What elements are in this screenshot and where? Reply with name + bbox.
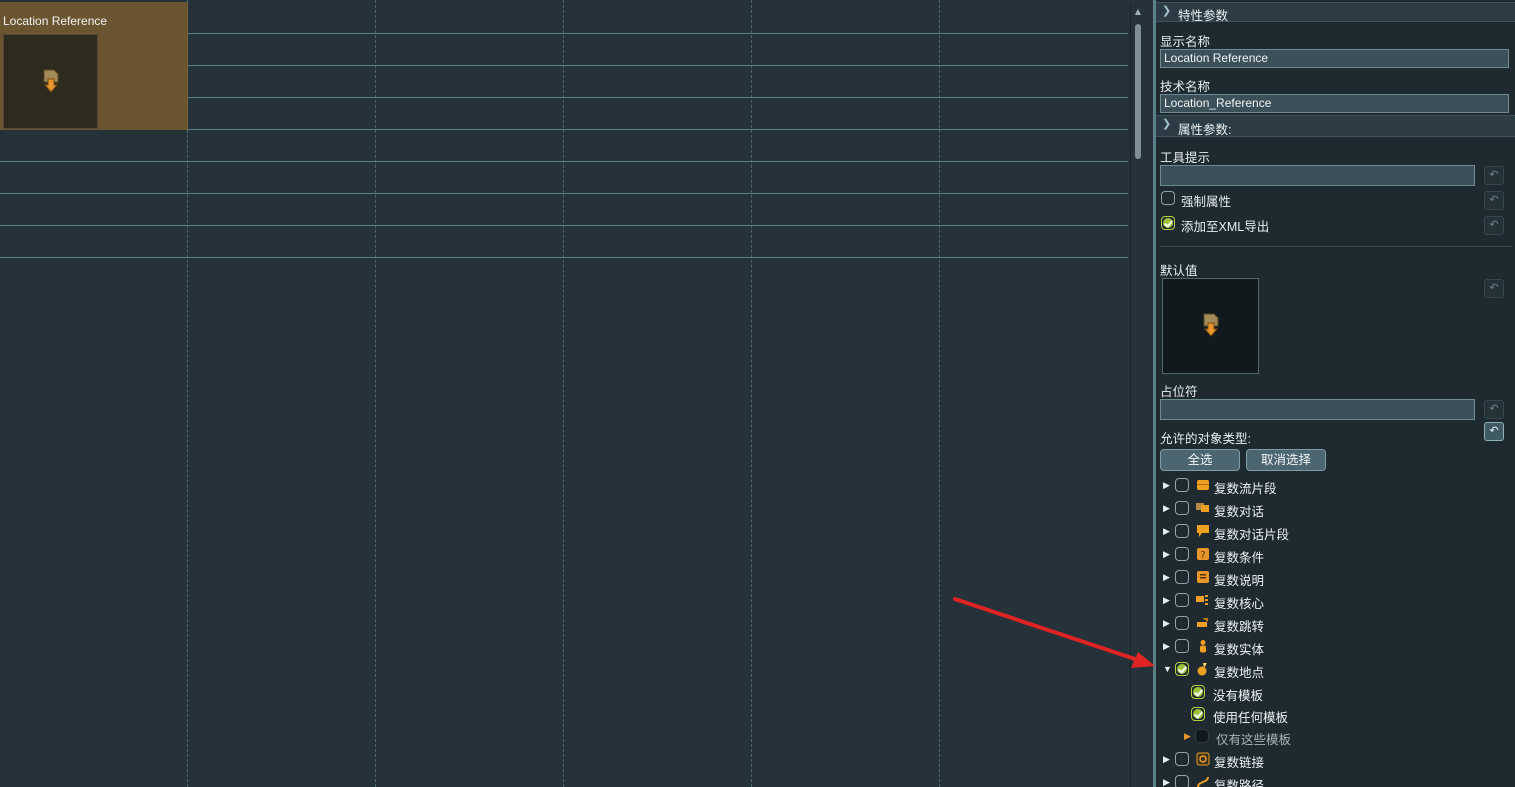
xml-export-label: 添加至XML导出 (1181, 220, 1270, 234)
placeholder-field[interactable] (1160, 399, 1475, 420)
location-drop-icon (43, 69, 58, 93)
display-name-label: 显示名称 (1160, 35, 1211, 49)
location-reference-node[interactable]: Location Reference (0, 2, 188, 130)
section-header-properties[interactable]: ❯ 特性参数 (1156, 2, 1515, 23)
chevron-down-icon: ❯ (1162, 5, 1172, 17)
grid-row-line (0, 257, 1128, 258)
allowed-types-label: 允许的对象类型: (1160, 432, 1251, 446)
expand-arrow-icon[interactable]: ▶ (1163, 777, 1170, 787)
type-checkbox[interactable] (1175, 570, 1189, 584)
chevron-down-icon: ❯ (1162, 118, 1172, 130)
tree-item-label[interactable]: 复数流片段 (1214, 478, 1277, 497)
tree-item-label[interactable]: 复数对话 (1214, 501, 1264, 520)
dialogue-fragment-icon (1197, 525, 1209, 537)
annotation-arrow-icon (953, 597, 1155, 668)
reset-icon[interactable]: ↶ (1484, 166, 1504, 185)
expand-arrow-icon[interactable]: ▶ (1163, 595, 1170, 606)
expand-arrow-icon[interactable]: ▶ (1163, 549, 1170, 560)
xml-export-checkbox[interactable] (1161, 216, 1175, 230)
collapse-arrow-icon[interactable]: ▼ (1163, 664, 1172, 674)
display-name-field[interactable]: Location Reference (1160, 49, 1509, 68)
tree-item-label[interactable]: 复数路径 (1214, 775, 1264, 787)
tree-child-label[interactable]: 使用任何模板 (1213, 707, 1288, 726)
type-checkbox[interactable] (1175, 639, 1189, 653)
grid-row-line (0, 225, 1128, 226)
default-value-label: 默认值 (1160, 264, 1198, 278)
grid-line (375, 0, 376, 787)
grid-line (563, 0, 564, 787)
select-all-button[interactable]: 全选 (1160, 449, 1240, 471)
any-template-checkbox[interactable] (1191, 707, 1205, 721)
technical-name-label: 技术名称 (1160, 80, 1211, 94)
reset-icon[interactable]: ↶ (1484, 400, 1504, 419)
expand-arrow-icon[interactable]: ▶ (1163, 618, 1170, 629)
tree-item-label[interactable]: 复数地点 (1214, 662, 1264, 681)
no-template-checkbox[interactable] (1191, 685, 1205, 699)
expand-arrow-icon[interactable]: ▶ (1163, 641, 1170, 652)
expand-arrow-icon[interactable]: ▶ (1163, 503, 1170, 514)
mandatory-label: 强制属性 (1181, 195, 1232, 209)
default-value-dropzone[interactable] (1162, 278, 1259, 374)
type-checkbox[interactable] (1175, 501, 1189, 515)
grid-row-line (0, 193, 1128, 194)
tree-item-label[interactable]: 复数条件 (1214, 547, 1264, 566)
reset-icon[interactable]: ↶ (1484, 216, 1504, 235)
tree-child-label[interactable]: 仅有这些模板 (1216, 729, 1291, 748)
expand-arrow-icon[interactable]: ▶ (1184, 731, 1191, 742)
deselect-all-button[interactable]: 取消选择 (1246, 449, 1326, 471)
tree-item-label[interactable]: 复数链接 (1214, 752, 1264, 771)
expand-arrow-icon[interactable]: ▶ (1163, 572, 1170, 583)
mandatory-checkbox[interactable] (1161, 191, 1175, 205)
tooltip-field[interactable] (1160, 165, 1475, 186)
tree-item-label[interactable]: 复数实体 (1214, 639, 1264, 658)
path-icon (1197, 776, 1209, 787)
tooltip-label: 工具提示 (1160, 151, 1211, 165)
section-title: 属性参数: (1178, 123, 1232, 137)
scroll-up-arrow-icon[interactable]: ▲ (1134, 8, 1142, 16)
grid-row-line (0, 161, 1128, 162)
reset-icon[interactable]: ↶ (1484, 422, 1504, 441)
link-icon (1196, 752, 1210, 766)
type-checkbox[interactable] (1175, 478, 1189, 492)
node-title: Location Reference (3, 14, 108, 28)
reset-icon[interactable]: ↶ (1484, 191, 1504, 210)
jump-icon (1197, 618, 1208, 627)
tree-item-label[interactable]: 复数说明 (1214, 570, 1264, 589)
type-checkbox[interactable] (1175, 524, 1189, 538)
section-title: 特性参数 (1178, 9, 1229, 23)
type-checkbox[interactable] (1175, 547, 1189, 561)
dialogue-icon (1196, 503, 1209, 512)
type-checkbox[interactable] (1175, 616, 1189, 630)
grid-line (751, 0, 752, 787)
expand-arrow-icon[interactable]: ▶ (1163, 480, 1170, 491)
entity-icon (1200, 640, 1206, 653)
location-icon (1197, 663, 1207, 676)
tree-item-label[interactable]: 复数跳转 (1214, 616, 1264, 635)
technical-name-field[interactable]: Location_Reference (1160, 94, 1509, 113)
section-header-attributes[interactable]: ❯ 属性参数: (1156, 115, 1515, 137)
divider (1160, 246, 1512, 247)
tree-child-label[interactable]: 没有模板 (1213, 685, 1263, 704)
hub-icon (1196, 595, 1208, 605)
only-these-templates-checkbox[interactable] (1195, 729, 1209, 743)
node-preview[interactable] (3, 34, 98, 129)
scrollbar-thumb[interactable] (1135, 24, 1141, 159)
expand-arrow-icon[interactable]: ▶ (1163, 526, 1170, 537)
reset-icon[interactable]: ↶ (1484, 279, 1504, 298)
properties-panel: ❯ 特性参数 显示名称 Location Reference 技术名称 Loca… (1156, 0, 1515, 787)
tree-item-label[interactable]: 复数核心 (1214, 593, 1264, 612)
placeholder-label: 占位符 (1160, 385, 1198, 399)
type-checkbox[interactable] (1175, 775, 1189, 787)
location-drop-icon (1203, 313, 1218, 337)
type-checkbox[interactable] (1175, 752, 1189, 766)
comment-icon (1197, 571, 1209, 583)
grid-line (939, 0, 940, 787)
type-checkbox[interactable] (1175, 662, 1189, 676)
tree-item-label[interactable]: 复数对话片段 (1214, 524, 1289, 543)
type-checkbox[interactable] (1175, 593, 1189, 607)
condition-icon: ? (1197, 548, 1209, 561)
expand-arrow-icon[interactable]: ▶ (1163, 754, 1170, 765)
flow-fragment-icon (1197, 480, 1209, 490)
svg-text:?: ? (1200, 550, 1205, 561)
